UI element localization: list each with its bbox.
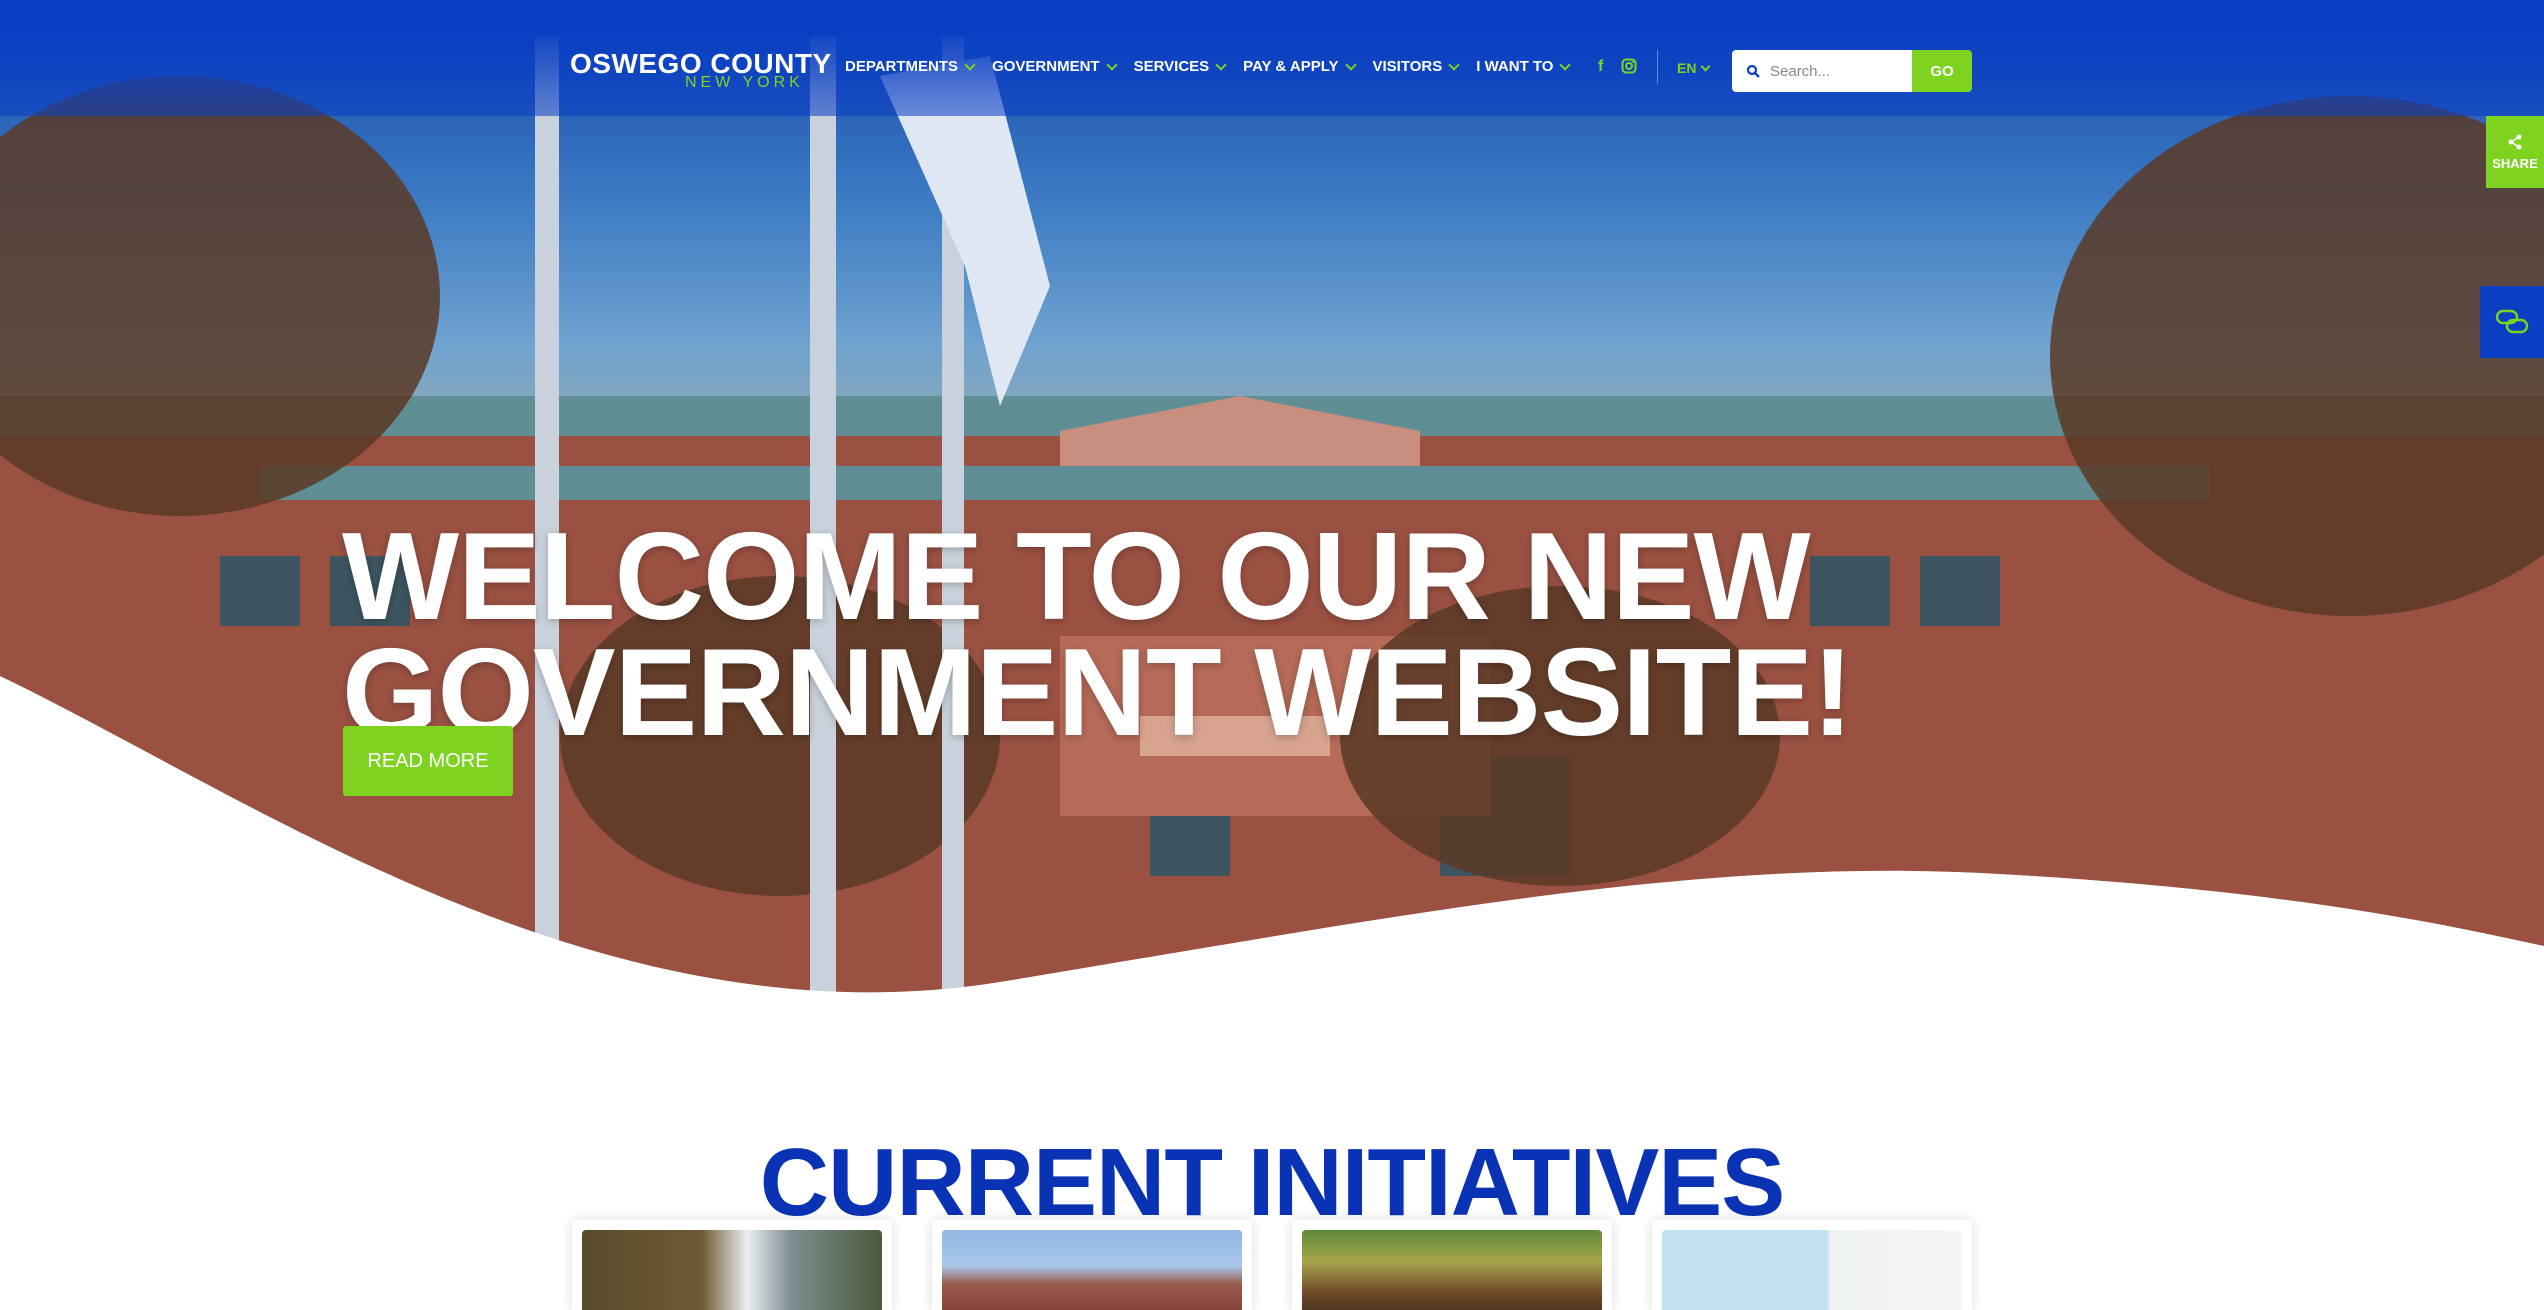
initiative-card[interactable] (932, 1220, 1252, 1310)
nav-item-pay-apply[interactable]: PAY & APPLY (1243, 58, 1357, 75)
search-form: GO (1732, 50, 1972, 92)
language-selector[interactable]: EN (1677, 60, 1711, 76)
header-bar (0, 36, 2544, 116)
initiative-card[interactable] (1292, 1220, 1612, 1310)
chevron-down-icon (1105, 58, 1118, 71)
nav-item-services[interactable]: SERVICES (1133, 58, 1227, 75)
facebook-icon[interactable]: f (1598, 58, 1603, 76)
nav-label: VISITORS (1372, 58, 1443, 75)
language-label: EN (1677, 60, 1697, 76)
search-input[interactable] (1768, 61, 1912, 81)
chevron-down-icon (964, 58, 976, 71)
nav-item-visitors[interactable]: VISITORS (1372, 58, 1460, 75)
search-go-button[interactable]: GO (1912, 50, 1972, 92)
read-more-button[interactable]: READ MORE (343, 726, 513, 796)
initiative-card-image (582, 1230, 882, 1310)
nav-item-departments[interactable]: DEPARTMENTS (845, 58, 976, 75)
instagram-icon[interactable] (1621, 58, 1637, 74)
nav-label: GOVERNMENT (992, 58, 1100, 75)
initiative-card-image (942, 1230, 1242, 1310)
site-logo[interactable]: OSWEGO COUNTY NEW YORK (570, 50, 832, 92)
main-navigation: DEPARTMENTS GOVERNMENT SERVICES PAY & AP… (845, 58, 1587, 75)
hero-headline: WELCOME TO OUR NEW GOVERNMENT WEBSITE! (342, 508, 1853, 763)
chevron-down-icon (1559, 58, 1572, 71)
initiative-card-image (1302, 1230, 1602, 1310)
chevron-down-icon (1701, 61, 1711, 71)
search-box (1732, 50, 1912, 92)
chat-icon (2495, 309, 2529, 334)
nav-label: I WANT TO (1476, 58, 1554, 75)
chevron-down-icon (1448, 58, 1460, 71)
initiative-card[interactable] (572, 1220, 892, 1310)
share-button[interactable]: SHARE (2486, 116, 2544, 188)
initiative-card[interactable] (1652, 1220, 1972, 1310)
chat-widget-button[interactable] (2480, 286, 2544, 358)
nav-label: PAY & APPLY (1243, 58, 1339, 75)
chevron-down-icon (1215, 58, 1227, 71)
chevron-down-icon (1344, 58, 1357, 71)
current-initiatives-title: CURRENT INITIATIVES (759, 1128, 1786, 1236)
nav-item-government[interactable]: GOVERNMENT (992, 58, 1118, 75)
logo-subtitle: NEW YORK (685, 74, 804, 91)
social-links: f (1598, 58, 1637, 76)
nav-item-i-want-to[interactable]: I WANT TO (1476, 58, 1572, 75)
top-accent-strip (0, 0, 2544, 36)
share-icon (2508, 134, 2522, 149)
nav-label: DEPARTMENTS (845, 58, 959, 75)
share-label: SHARE (2492, 155, 2538, 171)
search-icon (1746, 64, 1760, 78)
initiative-card-image (1662, 1230, 1962, 1310)
nav-label: SERVICES (1133, 58, 1210, 75)
header-divider (1657, 50, 1658, 84)
